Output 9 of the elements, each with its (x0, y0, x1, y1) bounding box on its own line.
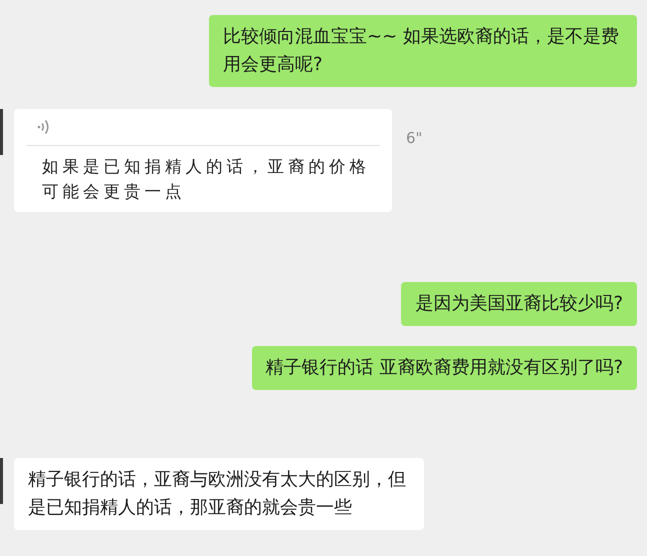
avatar (0, 109, 3, 155)
message-bubble: 比较倾向混血宝宝~~ 如果选欧裔的话，是不是费用会更高呢? (209, 15, 637, 87)
message-bubble: 是因为美国亚裔比较少吗? (401, 282, 637, 326)
voice-message[interactable]: 如果是已知捐精人的话，亚裔的价格可能会更贵一点 (14, 109, 392, 212)
voice-duration: 6" (406, 129, 422, 147)
avatar (0, 458, 3, 504)
message-bubble: 精子银行的话，亚裔与欧洲没有太大的区别，但是已知捐精人的话，那亚裔的就会贵一些 (14, 458, 424, 530)
transcript-text: 如果是已知捐精人的话，亚裔的价格可能会更贵一点 (41, 156, 371, 203)
message-bubble: 精子银行的话 亚裔欧裔费用就没有区别了吗? (252, 346, 637, 390)
